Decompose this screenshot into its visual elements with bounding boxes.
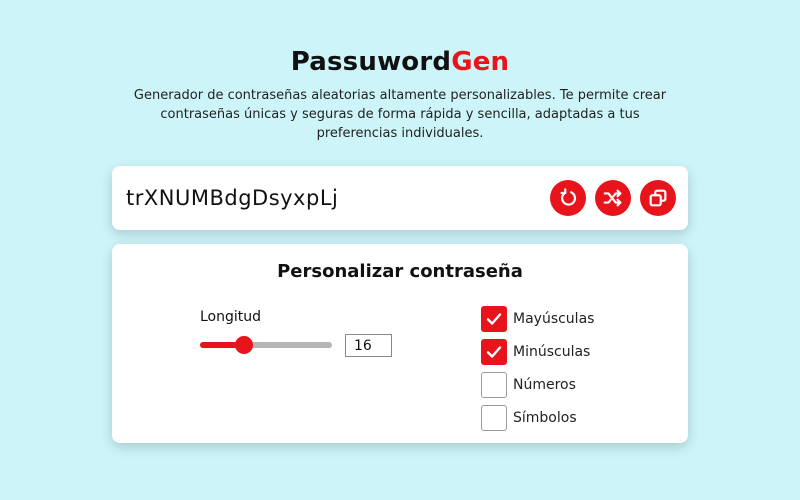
copy-icon (649, 189, 667, 207)
app-title: PassuwordGen (0, 46, 800, 78)
refresh-button[interactable] (550, 180, 586, 216)
checkmark-icon (486, 313, 502, 325)
length-input[interactable] (345, 334, 392, 357)
lowercase-checkbox[interactable] (481, 339, 507, 365)
customize-panel: Personalizar contraseña Longitud Mayúscu… (112, 244, 688, 443)
numbers-label: Números (513, 377, 576, 393)
slider-thumb[interactable] (234, 336, 253, 354)
numbers-checkbox[interactable] (481, 372, 507, 398)
option-symbols[interactable]: Símbolos (481, 405, 577, 431)
option-numbers[interactable]: Números (481, 372, 576, 398)
app-title-main: Passuword (290, 47, 452, 77)
option-uppercase[interactable]: Mayúsculas (481, 306, 594, 332)
customize-title: Personalizar contraseña (277, 261, 523, 282)
lowercase-label: Minúsculas (513, 344, 591, 360)
shuffle-icon (603, 189, 622, 207)
uppercase-label: Mayúsculas (513, 311, 595, 327)
length-slider[interactable] (200, 336, 332, 354)
copy-button[interactable] (640, 180, 676, 216)
app-description: Generador de contraseñas aleatorias alta… (133, 88, 667, 141)
length-label: Longitud (200, 309, 262, 325)
option-lowercase[interactable]: Minúsculas (481, 339, 590, 365)
checkmark-icon (486, 346, 502, 358)
shuffle-button[interactable] (595, 180, 631, 216)
header: PassuwordGen Generador de contraseñas al… (0, 46, 800, 143)
refresh-icon (560, 188, 577, 206)
password-output[interactable]: trXNUMBdgDsyxpLj (126, 185, 338, 211)
uppercase-checkbox[interactable] (481, 306, 507, 332)
symbols-checkbox[interactable] (481, 405, 507, 431)
app-title-accent: Gen (451, 47, 510, 77)
symbols-label: Símbolos (513, 410, 577, 426)
password-card: trXNUMBdgDsyxpLj (112, 166, 688, 230)
